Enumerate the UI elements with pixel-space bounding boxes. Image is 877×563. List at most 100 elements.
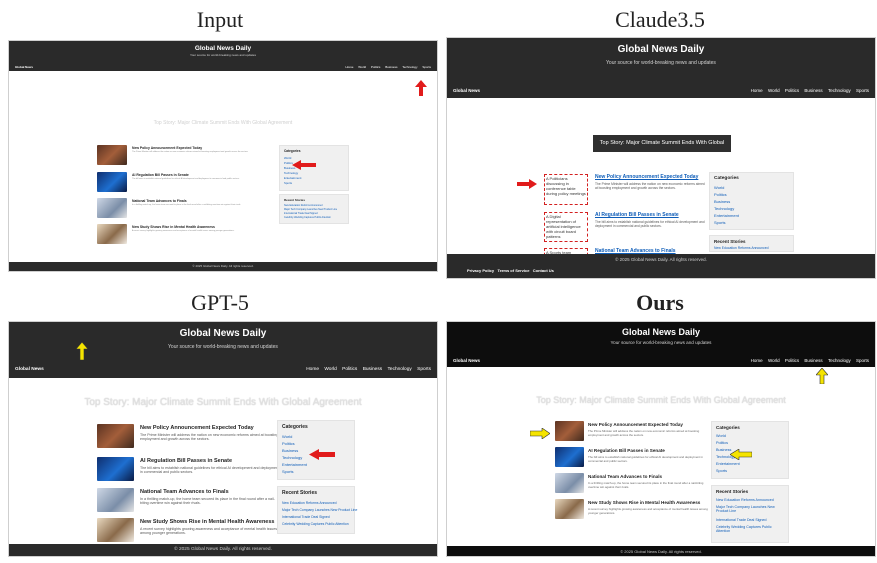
footer-link-contact[interactable]: Contact Us: [533, 268, 554, 273]
article-excerpt: The Prime Minister will address the nati…: [132, 151, 249, 153]
category-link[interactable]: Technology: [714, 206, 734, 211]
category-link[interactable]: Sports: [714, 220, 726, 225]
article-image-health: [555, 499, 584, 519]
category-link[interactable]: Politics: [716, 441, 728, 445]
nav-link-business[interactable]: Business: [363, 367, 382, 372]
top-story-heading: Top Story: Major Climate Summit Ends Wit…: [84, 397, 362, 408]
nav-link-technology[interactable]: Technology: [828, 88, 851, 93]
arrow-icon: [517, 176, 537, 194]
nav-link-technology[interactable]: Technology: [402, 65, 417, 69]
article-title[interactable]: AI Regulation Bill Passes in Senate: [140, 458, 232, 464]
article-title[interactable]: New Policy Announcement Expected Today: [588, 422, 683, 427]
article-title[interactable]: AI Regulation Bill Passes in Senate: [595, 212, 679, 218]
recent-story-link[interactable]: New Education Reforms Announced: [714, 246, 768, 250]
nav-link-politics[interactable]: Politics: [371, 65, 381, 69]
nav-link-business[interactable]: Business: [804, 88, 822, 93]
recent-story-link[interactable]: Major Tech Company Launches New Product …: [282, 508, 357, 512]
nav-link-world[interactable]: World: [324, 367, 336, 372]
article-excerpt: In a thrilling match-up, the home team s…: [140, 497, 275, 505]
category-link[interactable]: Politics: [282, 441, 295, 446]
recent-story-link[interactable]: International Trade Deal Signed: [284, 212, 318, 215]
article-title[interactable]: New Policy Announcement Expected Today: [595, 174, 698, 180]
nav-link-world[interactable]: World: [768, 88, 780, 93]
panel-claude: Global News Daily Your source for world-…: [446, 37, 876, 279]
nav-link-sports[interactable]: Sports: [856, 88, 869, 93]
recent-story-link[interactable]: Celebrity Wedding Captures Public Attent…: [284, 216, 331, 219]
nav-link-world[interactable]: World: [358, 65, 366, 69]
category-link[interactable]: Business: [714, 199, 730, 204]
article-title[interactable]: National Team Advances to Finals: [588, 474, 662, 479]
panel-title-input: Input: [196, 7, 244, 32]
nav-link-technology[interactable]: Technology: [388, 367, 412, 372]
article-title[interactable]: National Team Advances to Finals: [140, 489, 229, 495]
category-link[interactable]: Entertainment: [714, 213, 739, 218]
nav-link-business[interactable]: Business: [385, 65, 397, 69]
nav-link-technology[interactable]: Technology: [828, 358, 851, 363]
footer-links: Privacy Policy Terms of Service Contact …: [467, 268, 554, 273]
category-link[interactable]: World: [282, 434, 292, 439]
nav-link-sports[interactable]: Sports: [417, 367, 431, 372]
article-title[interactable]: New Study Shows Rise in Mental Health Aw…: [132, 225, 215, 229]
category-link[interactable]: Sports: [284, 181, 292, 185]
category-link[interactable]: Entertainment: [282, 462, 307, 467]
nav-brand[interactable]: Global News: [453, 358, 480, 363]
category-link[interactable]: Politics: [714, 192, 727, 197]
footer-link-privacy[interactable]: Privacy Policy: [467, 268, 494, 273]
nav-link-sports[interactable]: Sports: [422, 65, 431, 69]
article-title[interactable]: National Team Advances to Finals: [132, 199, 187, 203]
article-excerpt: In a thrilling match-up, the home team s…: [132, 204, 241, 206]
nav-brand[interactable]: Global News: [453, 88, 480, 93]
recent-story-link[interactable]: International Trade Deal Signed: [282, 515, 330, 519]
recent-story-link[interactable]: New Education Reforms Announced: [282, 501, 336, 505]
recent-story-link[interactable]: International Trade Deal Signed: [716, 518, 767, 522]
recent-story-link[interactable]: Major Tech Company Launches New Product …: [284, 208, 337, 211]
arrow-icon: [729, 447, 753, 465]
category-link[interactable]: Technology: [282, 455, 302, 460]
article-image-health: [97, 224, 127, 244]
categories-title: Categories: [284, 149, 301, 153]
panel-title-gpt: GPT-5: [191, 290, 249, 315]
nav-link-home[interactable]: Home: [751, 88, 763, 93]
recent-story-link[interactable]: New Education Reforms Announced: [284, 204, 322, 207]
nav-brand[interactable]: Global News: [15, 367, 44, 372]
recent-title: Recent Stories: [284, 198, 306, 202]
category-link[interactable]: Business: [282, 448, 298, 453]
nav-link-politics[interactable]: Politics: [785, 88, 799, 93]
nav-link-home[interactable]: Home: [306, 367, 319, 372]
recent-story-link[interactable]: Major Tech Company Launches New Product …: [716, 505, 786, 513]
nav-link-politics[interactable]: Politics: [785, 358, 799, 363]
article-title[interactable]: AI Regulation Bill Passes in Senate: [588, 448, 665, 453]
category-link[interactable]: Entertainment: [284, 176, 301, 180]
recent-title: Recent Stories: [714, 239, 746, 244]
nav-brand[interactable]: Global News: [15, 65, 33, 69]
recent-story-link[interactable]: New Education Reforms Announced: [716, 498, 774, 502]
nav-link-sports[interactable]: Sports: [856, 358, 869, 363]
nav-link-world[interactable]: World: [768, 358, 780, 363]
nav-bar: Global News Home World Politics Business…: [9, 63, 437, 71]
recent-stories-box: Recent Stories New Education Reforms Ann…: [279, 194, 349, 224]
site-tagline: Your source for world-breaking news and …: [190, 53, 256, 57]
category-link[interactable]: World: [714, 185, 724, 190]
site-footer: © 2025 Global News Daily. All rights res…: [9, 544, 437, 556]
nav-bar: Global News Home World Politics Business…: [447, 84, 875, 98]
article-title[interactable]: AI Regulation Bill Passes in Senate: [132, 173, 189, 177]
article-title[interactable]: New Policy Announcement Expected Today: [132, 146, 202, 150]
panel-gpt: Global News Daily Your source for world-…: [8, 321, 438, 557]
nav-link-home[interactable]: Home: [751, 358, 763, 363]
category-link[interactable]: World: [716, 434, 726, 438]
article-image-ai: [555, 447, 584, 467]
nav-link-business[interactable]: Business: [804, 358, 822, 363]
category-link[interactable]: World: [284, 156, 291, 160]
article-title[interactable]: New Study Shows Rise in Mental Health Aw…: [588, 500, 700, 505]
footer-link-terms[interactable]: Terms of Service: [497, 268, 529, 273]
site-header: Global News Daily Your source for world-…: [9, 41, 437, 63]
nav-link-home[interactable]: Home: [345, 65, 353, 69]
article-title[interactable]: New Policy Announcement Expected Today: [140, 425, 254, 431]
site-title: Global News Daily: [194, 45, 252, 52]
recent-story-link[interactable]: Celebrity Wedding Captures Public Attent…: [282, 522, 349, 526]
nav-link-politics[interactable]: Politics: [342, 367, 357, 372]
recent-story-link[interactable]: Celebrity Wedding Captures Public Attent…: [716, 525, 786, 533]
category-link[interactable]: Sports: [716, 469, 727, 473]
category-link[interactable]: Sports: [282, 469, 294, 474]
article-title[interactable]: New Study Shows Rise in Mental Health Aw…: [140, 519, 274, 525]
